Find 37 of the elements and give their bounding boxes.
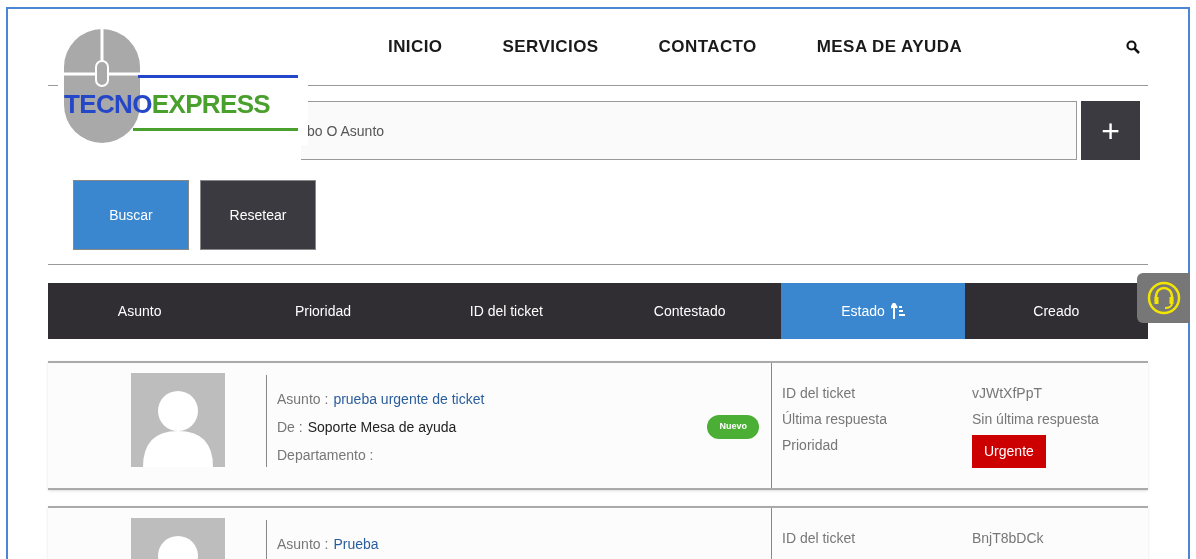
column-header[interactable]: ID del ticket — [414, 283, 598, 339]
field-label: Asunto : — [277, 390, 329, 409]
logo-text: EXPRESS — [151, 91, 271, 117]
ticket-id: BnjT8bDCk — [972, 529, 1045, 548]
field-label: Asunto : — [277, 535, 329, 554]
field-label: De : — [277, 418, 303, 437]
nav-link[interactable]: SERVICIOS — [502, 34, 599, 60]
field-label: Prioridad — [782, 436, 840, 455]
field-label: ID del ticket — [782, 529, 857, 548]
add-button[interactable]: + — [1081, 101, 1140, 160]
ticket-card[interactable]: Asunto : prueba urgente de ticket De : Soporte Mesa de ayuda Departamento : Nuevo ID del ticket vJWtXfPpT Última respuesta Sin última respuesta Prioridad Urgente — [48, 361, 1148, 490]
nav-link[interactable]: MESA DE AYUDA — [816, 34, 963, 60]
ticket-subject-link: prueba urgente de ticket — [333, 390, 485, 409]
column-header[interactable]: Creado — [964, 283, 1148, 339]
nav-link[interactable]: INICIO — [388, 34, 443, 60]
column-header[interactable]: Prioridad — [231, 283, 415, 339]
priority-badge: Urgente — [972, 435, 1046, 468]
ticket-subject-link: Prueba — [333, 535, 379, 554]
headset-icon — [1146, 281, 1181, 315]
field-label: ID del ticket — [782, 384, 857, 403]
sender-name: Soporte Mesa de ayuda — [307, 418, 457, 437]
headset-support-button[interactable] — [1137, 273, 1190, 323]
column-header[interactable]: Contestado — [598, 283, 782, 339]
search-button[interactable]: Buscar — [73, 180, 189, 250]
last-reply-value: Sin última respuesta — [972, 410, 1100, 429]
reset-button[interactable]: Resetear — [200, 180, 316, 250]
column-header[interactable]: Asunto — [48, 283, 232, 339]
ticket-card[interactable]: Asunto : Prueba ID del ticket BnjT8bDCk — [48, 506, 1148, 559]
column-header[interactable]: Estado — [781, 283, 965, 339]
search-icon[interactable] — [1126, 40, 1140, 54]
status-badge: Nuevo — [707, 415, 759, 439]
field-label: Última respuesta — [782, 410, 889, 429]
field-label: Departamento : — [277, 447, 374, 463]
ticket-id: vJWtXfPpT — [972, 384, 1043, 403]
search-field[interactable]: bo O Asunto — [301, 101, 1077, 160]
sort-icon — [890, 303, 905, 319]
nav-link[interactable]: CONTACTO — [658, 34, 757, 60]
